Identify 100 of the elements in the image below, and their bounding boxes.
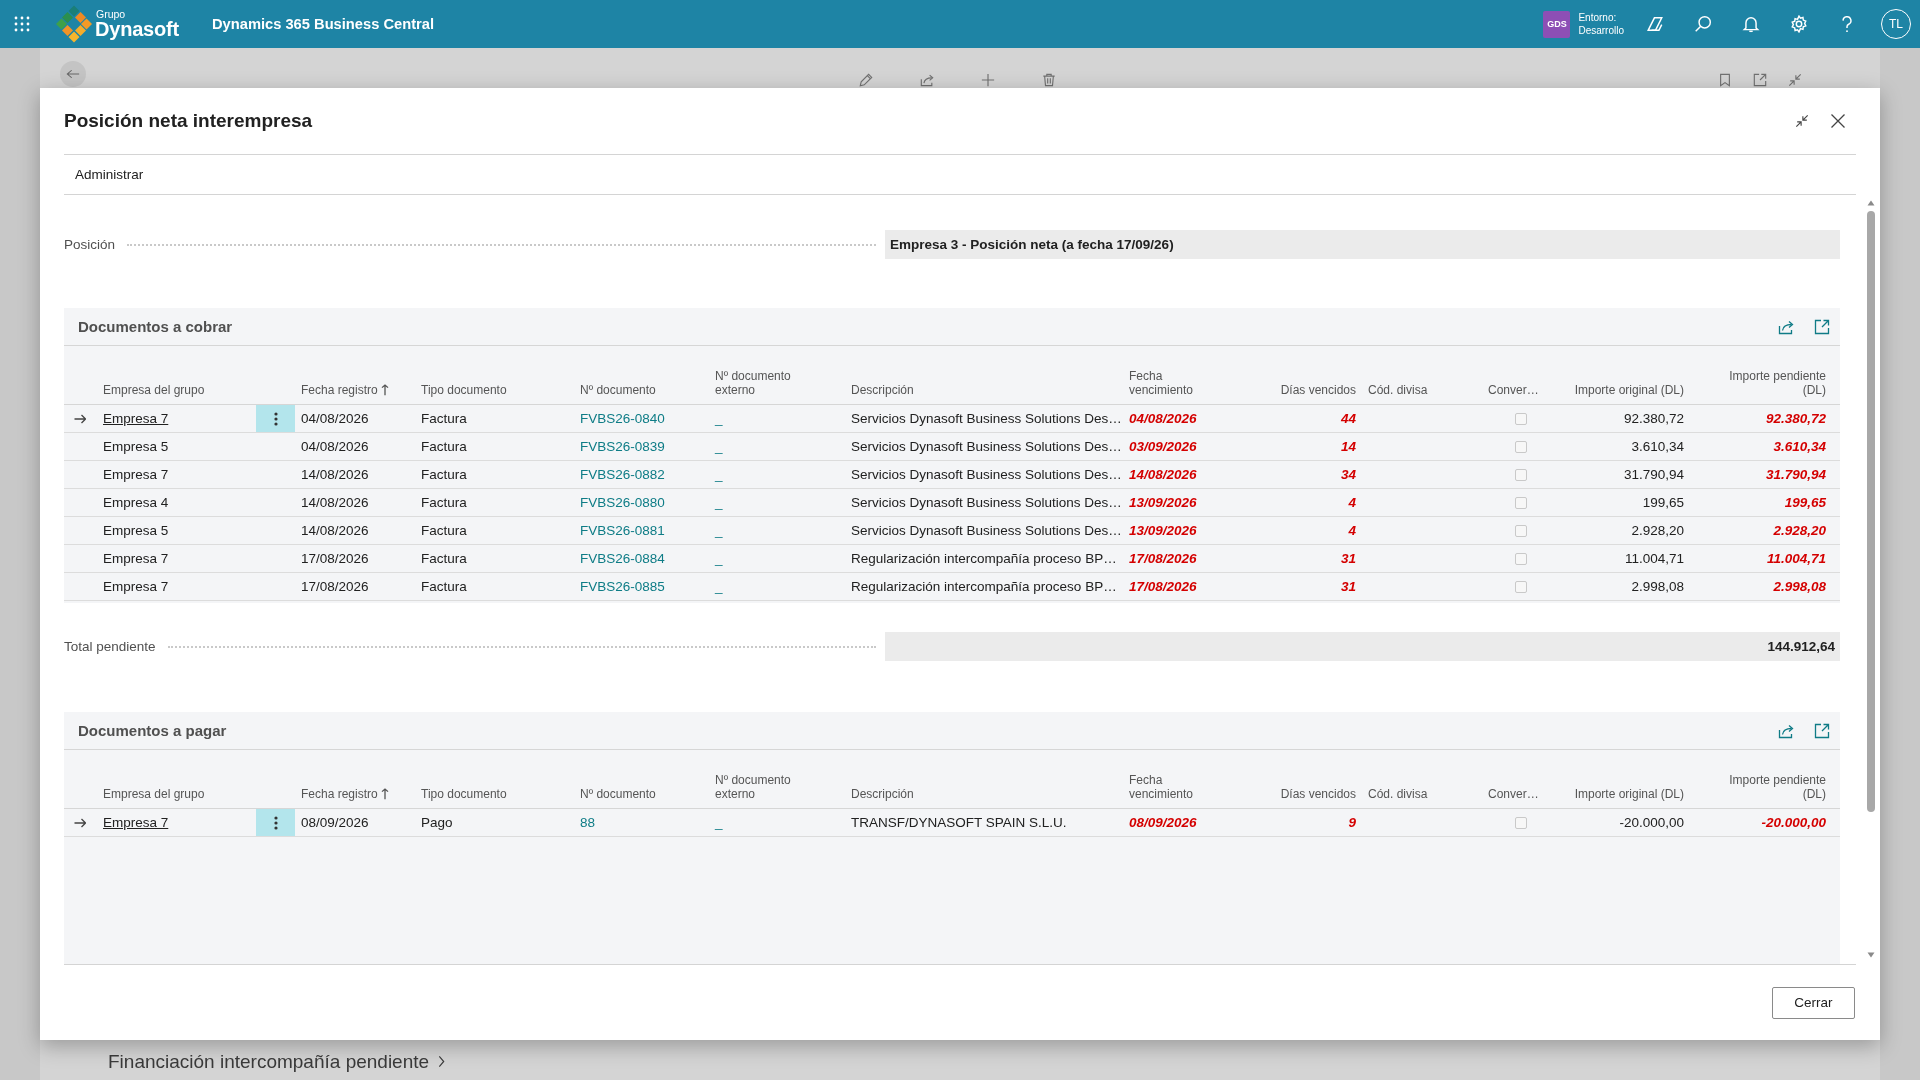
back-arrow-icon xyxy=(66,68,80,80)
column-header[interactable]: Nº documento externo xyxy=(715,369,815,397)
manage-menu-tab[interactable]: Administrar xyxy=(75,167,144,182)
row-actions-button[interactable] xyxy=(256,809,295,836)
days-overdue-cell: 4 xyxy=(1348,523,1356,538)
column-header[interactable]: Importe pendiente (DL) xyxy=(1716,773,1826,801)
company-cell: Empresa 4 xyxy=(103,495,169,510)
column-header[interactable]: Fecha vencimiento xyxy=(1129,369,1209,397)
document-type-cell: Factura xyxy=(421,411,467,426)
external-document-link[interactable]: _ xyxy=(715,523,723,538)
column-header[interactable]: Cód. divisa xyxy=(1368,787,1428,801)
close-icon[interactable] xyxy=(1830,113,1846,129)
pencil-icon[interactable] xyxy=(859,73,873,87)
share-icon[interactable] xyxy=(1778,318,1794,335)
company-cell: Empresa 5 xyxy=(103,439,169,454)
document-number-link[interactable]: 88 xyxy=(580,815,596,830)
scroll-up-icon[interactable] xyxy=(1867,200,1875,206)
checkbox[interactable] xyxy=(1515,468,1527,481)
remaining-amount-cell: 199,65 xyxy=(1784,495,1826,510)
checkbox[interactable] xyxy=(1515,816,1527,829)
close-button[interactable]: Cerrar xyxy=(1772,986,1855,1019)
company-cell[interactable]: Empresa 7 xyxy=(103,411,169,426)
search-icon[interactable] xyxy=(1694,15,1712,33)
document-type-cell: Factura xyxy=(421,523,467,538)
checkbox[interactable] xyxy=(1515,496,1527,509)
bookmark-icon[interactable] xyxy=(1718,73,1732,87)
original-amount-cell: 2.998,08 xyxy=(1631,579,1684,594)
checkbox[interactable] xyxy=(1515,524,1527,537)
external-document-link[interactable]: _ xyxy=(715,815,723,830)
scrollbar-thumb[interactable] xyxy=(1867,211,1875,812)
external-document-link[interactable]: _ xyxy=(715,439,723,454)
column-header[interactable]: Importe original (DL) xyxy=(1574,383,1684,397)
document-number-link[interactable]: FVBS26-0840 xyxy=(580,411,665,426)
share-icon[interactable] xyxy=(920,73,934,87)
column-header[interactable]: Descripción xyxy=(851,383,914,397)
document-number-link[interactable]: FVBS26-0881 xyxy=(580,523,665,538)
document-number-link[interactable]: FVBS26-0882 xyxy=(580,467,665,482)
plus-icon[interactable] xyxy=(981,73,995,87)
column-header[interactable]: Fecha registro xyxy=(301,787,389,801)
document-number-link[interactable]: FVBS26-0839 xyxy=(580,439,665,454)
open-in-new-icon[interactable] xyxy=(1814,318,1830,335)
due-date-cell: 14/08/2026 xyxy=(1129,467,1197,482)
column-header[interactable]: Importe original (DL) xyxy=(1574,787,1684,801)
external-document-link[interactable]: _ xyxy=(715,495,723,510)
diamond-logo-icon xyxy=(56,5,92,43)
arrow-right-icon xyxy=(74,817,86,828)
column-header[interactable]: Días vencidos xyxy=(1280,383,1356,397)
column-header[interactable]: Nº documento xyxy=(580,787,656,801)
column-header[interactable]: Fecha vencimiento xyxy=(1129,773,1209,801)
row-actions-button[interactable] xyxy=(256,405,295,432)
document-type-cell: Factura xyxy=(421,495,467,510)
app-title[interactable]: Dynamics 365 Business Central xyxy=(211,16,435,32)
more-options-icon xyxy=(273,815,278,830)
checkbox[interactable] xyxy=(1515,412,1527,425)
bell-icon[interactable] xyxy=(1742,15,1760,33)
external-document-link[interactable]: _ xyxy=(715,411,723,426)
external-document-link[interactable]: _ xyxy=(715,579,723,594)
column-header[interactable]: Conver… xyxy=(1488,383,1539,397)
settings-icon[interactable] xyxy=(1790,15,1808,33)
column-header[interactable]: Tipo documento xyxy=(421,383,507,397)
description-cell: Regularización intercompañía proceso BP… xyxy=(851,579,1117,594)
checkbox[interactable] xyxy=(1515,552,1527,565)
open-in-new-icon[interactable] xyxy=(1753,73,1767,87)
section-link[interactable]: Financiación intercompañía pendiente xyxy=(108,1050,430,1073)
scroll-down-icon[interactable] xyxy=(1867,952,1875,958)
checkbox[interactable] xyxy=(1515,580,1527,593)
column-header[interactable]: Fecha registro xyxy=(301,383,389,397)
logo-caption: Grupo xyxy=(96,8,127,20)
external-document-link[interactable]: _ xyxy=(715,551,723,566)
posting-date-cell: 14/08/2026 xyxy=(301,495,369,510)
sort-ascending-icon xyxy=(380,384,389,396)
column-header[interactable]: Cód. divisa xyxy=(1368,383,1428,397)
remaining-amount-cell: 92.380,72 xyxy=(1765,411,1826,426)
checkbox[interactable] xyxy=(1515,440,1527,453)
column-header[interactable]: Descripción xyxy=(851,787,914,801)
document-type-cell: Pago xyxy=(421,815,453,830)
collapse-icon[interactable] xyxy=(1795,114,1809,128)
company-cell: Empresa 7 xyxy=(103,467,169,482)
document-type-cell: Factura xyxy=(421,579,467,594)
column-header[interactable]: Importe pendiente (DL) xyxy=(1716,369,1826,397)
trash-icon[interactable] xyxy=(1042,73,1056,87)
column-header[interactable]: Días vencidos xyxy=(1280,787,1356,801)
column-header[interactable]: Conver… xyxy=(1488,787,1539,801)
parallelogram-icon[interactable] xyxy=(1646,15,1664,33)
company-cell[interactable]: Empresa 7 xyxy=(103,815,169,830)
chevron-right-icon[interactable] xyxy=(438,1055,446,1068)
back-button[interactable] xyxy=(60,61,86,87)
column-header[interactable]: Tipo documento xyxy=(421,787,507,801)
open-in-new-icon[interactable] xyxy=(1814,722,1830,739)
document-number-link[interactable]: FVBS26-0885 xyxy=(580,579,665,594)
original-amount-cell: 31.790,94 xyxy=(1623,467,1684,482)
column-header[interactable]: Empresa del grupo xyxy=(103,787,205,801)
document-number-link[interactable]: FVBS26-0884 xyxy=(580,551,665,566)
share-icon[interactable] xyxy=(1778,722,1794,739)
column-header[interactable]: Empresa del grupo xyxy=(103,383,205,397)
column-header[interactable]: Nº documento xyxy=(580,383,656,397)
external-document-link[interactable]: _ xyxy=(715,467,723,482)
column-header[interactable]: Nº documento externo xyxy=(715,773,815,801)
grid-menu-icon[interactable] xyxy=(14,16,30,32)
document-number-link[interactable]: FVBS26-0880 xyxy=(580,495,665,510)
